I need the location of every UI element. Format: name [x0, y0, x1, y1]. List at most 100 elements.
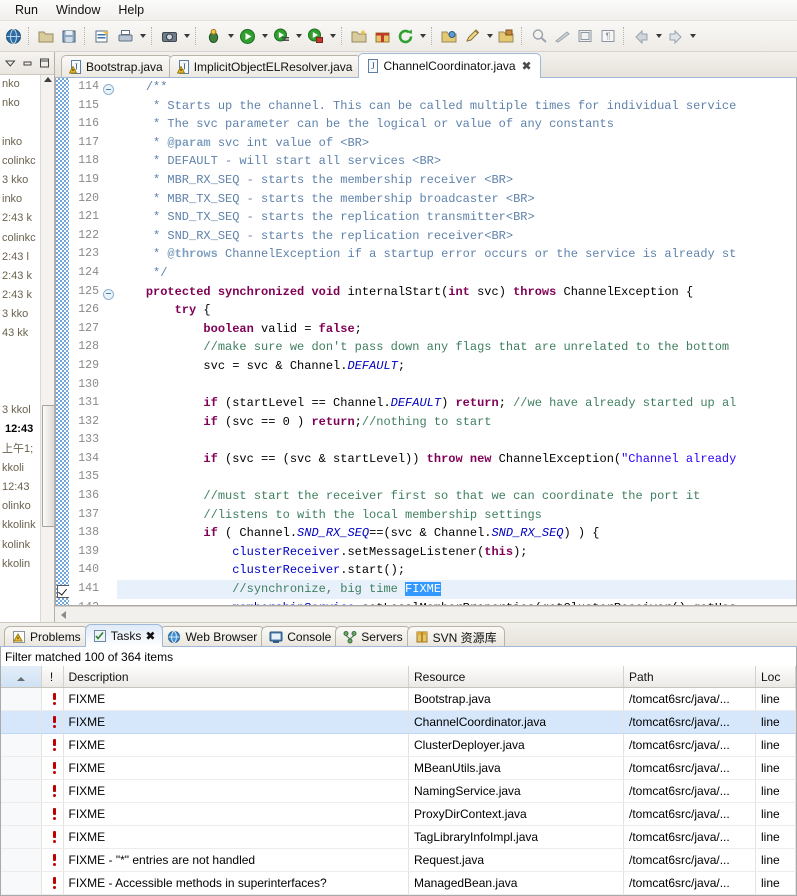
- globe-icon[interactable]: [3, 25, 24, 47]
- camera-icon[interactable]: [159, 25, 180, 47]
- code-line[interactable]: protected synchronized void internalStar…: [117, 283, 796, 302]
- table-row[interactable]: FIXME - "*" entries are not handled Reque…: [1, 848, 796, 872]
- bottom-tab-svn-repository[interactable]: SVN 资源库: [406, 626, 505, 647]
- code-line[interactable]: * MBR_TX_SEQ - starts the membership bro…: [117, 190, 796, 209]
- view-menu-icon[interactable]: [4, 57, 17, 70]
- bottom-tab-problems[interactable]: Problems: [4, 626, 89, 647]
- bottom-tab-web-browser[interactable]: Web Browser: [159, 626, 266, 647]
- column-header-sort[interactable]: [1, 666, 42, 688]
- left-view-scrollbar[interactable]: [40, 75, 54, 622]
- scroll-left-arrow-icon[interactable]: [61, 610, 66, 619]
- code-line[interactable]: if (svc == 0 ) return;//nothing to start: [117, 413, 796, 432]
- sort-ascending-icon[interactable]: [16, 676, 25, 681]
- code-line[interactable]: if ( Channel.SND_RX_SEQ==(svc & Channel.…: [117, 524, 796, 543]
- code-line[interactable]: * MBR_RX_SEQ - starts the membership rec…: [117, 171, 796, 190]
- close-icon[interactable]: ✖: [145, 629, 155, 643]
- run-external-tools-icon[interactable]: [305, 25, 326, 47]
- run-history-icon[interactable]: [271, 25, 292, 47]
- code-line[interactable]: [117, 468, 796, 487]
- code-line[interactable]: //make sure we don't pass down any flags…: [117, 338, 796, 357]
- chevron-down-icon[interactable]: [225, 25, 236, 47]
- editor-tab-bootstrap-java[interactable]: J Bootstrap.java: [61, 55, 172, 78]
- code-line[interactable]: * @throws ChannelException if a startup …: [117, 245, 796, 264]
- editor-tab-implicitobjectelresolver-java[interactable]: J ImplicitObjectELResolver.java: [168, 55, 362, 78]
- toggle-block-selection-icon[interactable]: [575, 25, 596, 47]
- bottom-tab-tasks[interactable]: Tasks ✖: [84, 624, 164, 647]
- table-row[interactable]: FIXME Bootstrap.java/tomcat6src/java/... l…: [1, 687, 796, 711]
- table-row[interactable]: FIXME MBeanUtils.java/tomcat6src/java/...…: [1, 756, 796, 780]
- code-line[interactable]: * DEFAULT - will start all services <BR>: [117, 152, 796, 171]
- refresh-circle-icon[interactable]: [395, 25, 416, 47]
- open-folder-icon[interactable]: [36, 25, 57, 47]
- code-line[interactable]: //listens to with the local membership s…: [117, 506, 796, 525]
- code-line[interactable]: [117, 376, 796, 395]
- chevron-down-icon[interactable]: [687, 25, 698, 47]
- code-line[interactable]: * SND_TX_SEQ - starts the replication tr…: [117, 208, 796, 227]
- table-row[interactable]: FIXME TagLibraryInfoImpl.java/tomcat6src/…: [1, 825, 796, 849]
- column-header-location[interactable]: Loc: [755, 666, 796, 688]
- fold-collapse-icon[interactable]: [103, 288, 114, 300]
- menu-item-help[interactable]: Help: [109, 1, 153, 20]
- code-editor[interactable]: 114 115 116 117 118 119 120 121 122 123 124 125 126 1…: [55, 78, 797, 606]
- open-type-icon[interactable]: [439, 25, 460, 47]
- table-row[interactable]: FIXME ChannelCoordinator.java/tomcat6src/…: [1, 710, 796, 734]
- bottom-tab-console[interactable]: Console: [261, 626, 340, 647]
- code-line[interactable]: clusterReceiver.setMessageListener(this)…: [117, 543, 796, 562]
- previous-annotation-icon[interactable]: [529, 25, 550, 47]
- table-row[interactable]: FIXME ClusterDeployer.java/tomcat6src/jav…: [1, 733, 796, 757]
- editor-text[interactable]: /** * Starts up the channel. This can be…: [114, 78, 796, 605]
- editor-horizontal-scrollbar[interactable]: [55, 606, 797, 622]
- left-view-scroll-thumb[interactable]: [42, 405, 54, 527]
- chevron-down-icon[interactable]: [293, 25, 304, 47]
- new-wizard-icon[interactable]: [92, 25, 113, 47]
- code-line[interactable]: svc = svc & Channel.DEFAULT;: [117, 357, 796, 376]
- new-package-icon[interactable]: [372, 25, 393, 47]
- tasks-table-wrapper[interactable]: ! Description Resource Path Loc FIXME Bootstr…: [0, 666, 797, 896]
- chevron-down-icon[interactable]: [417, 25, 428, 47]
- code-line[interactable]: * @param svc int value of <BR>: [117, 134, 796, 153]
- run-green-play-icon[interactable]: [237, 25, 258, 47]
- table-row[interactable]: FIXME - Accessible methods in superinter…: [1, 871, 796, 895]
- fold-collapse-icon[interactable]: [103, 84, 114, 95]
- save-all-icon[interactable]: [59, 25, 80, 47]
- chevron-down-icon[interactable]: [327, 25, 338, 47]
- table-row[interactable]: FIXME ProxyDirContext.java/tomcat6src/jav…: [1, 802, 796, 826]
- close-icon[interactable]: ✖: [522, 59, 532, 73]
- column-header-path[interactable]: Path: [623, 666, 756, 688]
- code-line[interactable]: */: [117, 264, 796, 283]
- editor-marker-column[interactable]: [56, 78, 70, 605]
- debug-bug-icon[interactable]: [203, 25, 224, 47]
- new-java-project-icon[interactable]: [349, 25, 370, 47]
- code-line[interactable]: //synchronize, big time FIXME: [117, 580, 796, 599]
- column-header-description[interactable]: Description: [63, 666, 409, 688]
- code-line[interactable]: if (svc == (svc & startLevel)) throw new…: [117, 450, 796, 469]
- chevron-down-icon[interactable]: [653, 25, 664, 47]
- show-whitespace-icon[interactable]: ¶: [598, 25, 619, 47]
- code-line[interactable]: membershipService.setLocalMemberProperti…: [117, 599, 796, 605]
- maximize-icon[interactable]: [38, 57, 51, 70]
- column-header-bang[interactable]: !: [41, 666, 64, 688]
- code-line[interactable]: //must start the receiver first so that …: [117, 487, 796, 506]
- next-annotation-icon[interactable]: [552, 25, 573, 47]
- menu-item-window[interactable]: Window: [47, 1, 109, 20]
- chevron-down-icon[interactable]: [259, 25, 270, 47]
- chevron-down-icon[interactable]: [181, 25, 192, 47]
- code-line[interactable]: * Starts up the channel. This can be cal…: [117, 97, 796, 116]
- code-line[interactable]: boolean valid = false;: [117, 320, 796, 339]
- editor-tab-channelcoordinator-java[interactable]: J ChannelCoordinator.java ✖: [358, 53, 541, 78]
- code-line[interactable]: [117, 431, 796, 450]
- minimize-icon[interactable]: [21, 57, 34, 70]
- chevron-down-icon[interactable]: [137, 25, 148, 47]
- chevron-down-icon[interactable]: [484, 25, 495, 47]
- bottom-tab-servers[interactable]: Servers: [335, 626, 411, 647]
- back-navigation-icon[interactable]: [631, 25, 652, 47]
- menu-item-run[interactable]: Run: [6, 1, 47, 20]
- table-row[interactable]: FIXME NamingService.java/tomcat6src/java/…: [1, 779, 796, 803]
- column-header-resource[interactable]: Resource: [408, 666, 624, 688]
- code-line[interactable]: try {: [117, 301, 796, 320]
- print-icon[interactable]: [115, 25, 136, 47]
- search-pencil-icon[interactable]: [462, 25, 483, 47]
- editor-fold-column[interactable]: [101, 78, 114, 605]
- code-line[interactable]: * SND_RX_SEQ - starts the replication re…: [117, 227, 796, 246]
- code-line[interactable]: if (startLevel == Channel.DEFAULT) retur…: [117, 394, 796, 413]
